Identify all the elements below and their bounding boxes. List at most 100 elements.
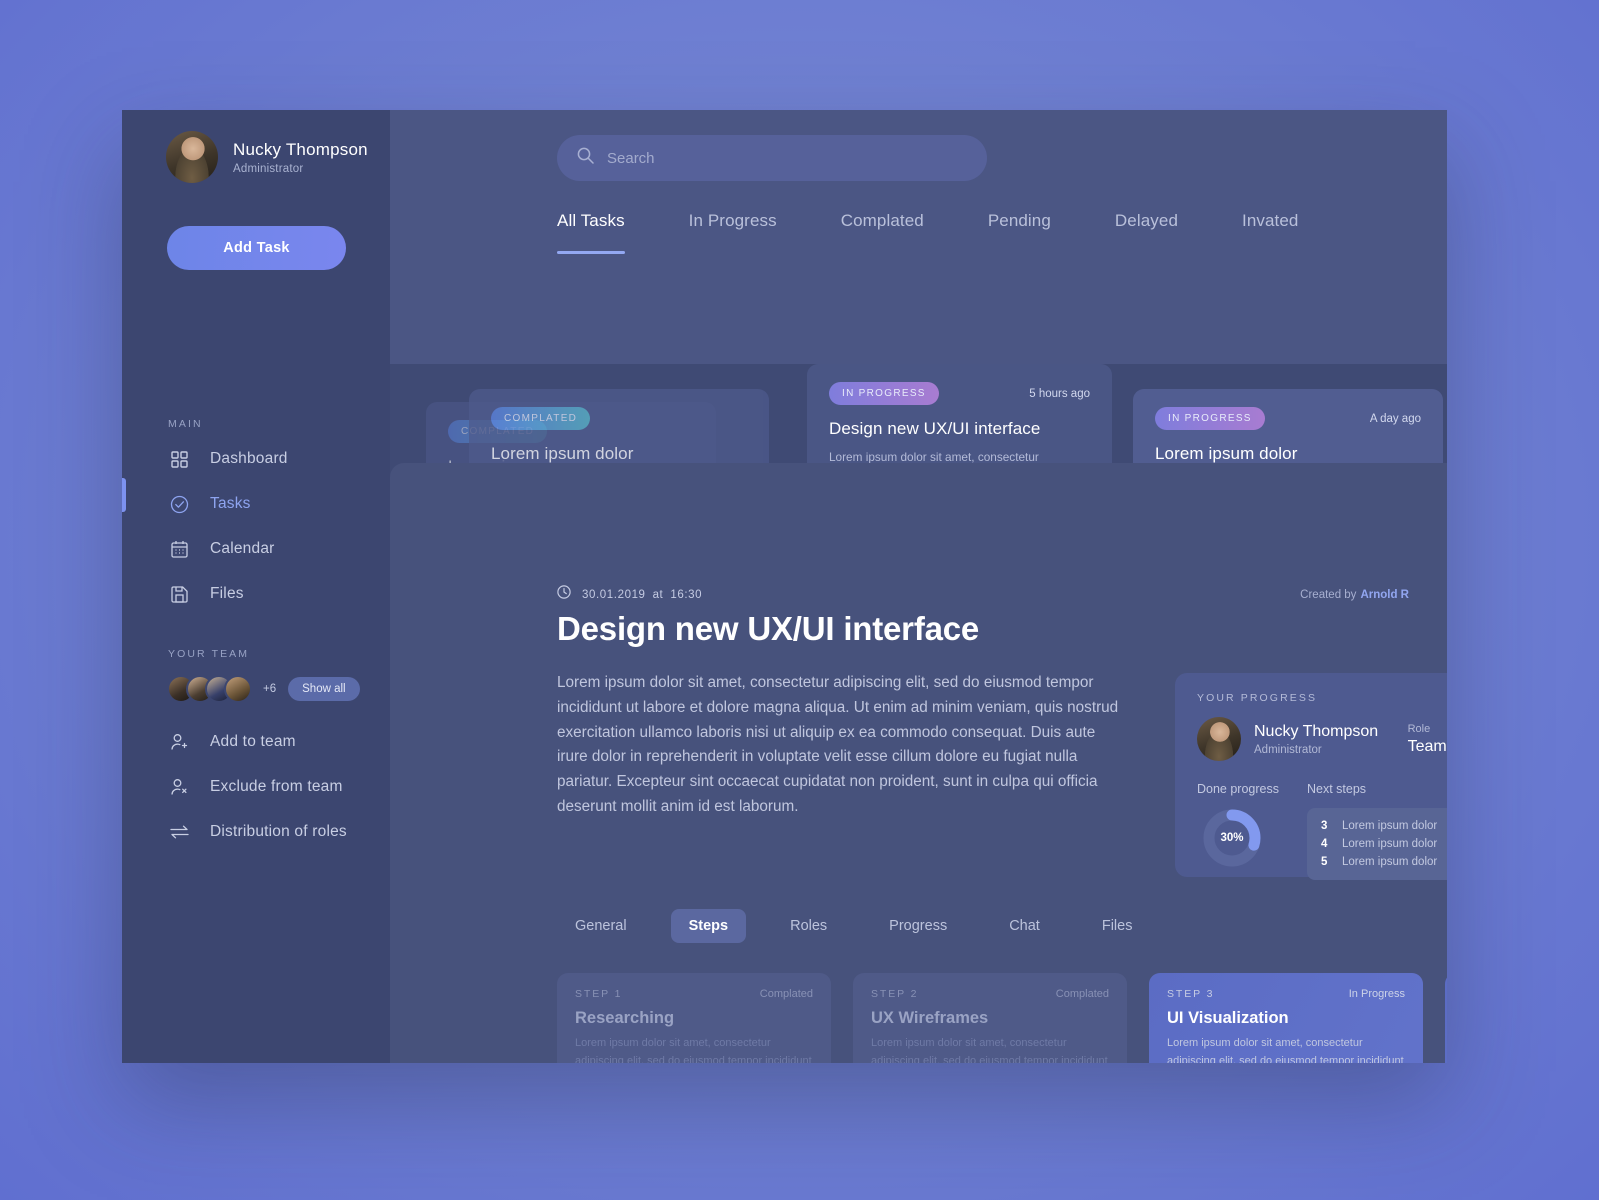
step-label: STEP 1 [575,988,623,1000]
sidebar-item-label: Tasks [210,495,251,512]
your-progress-panel: YOUR PROGRESS Nucky Thompson Administrat… [1175,673,1447,880]
step-label: STEP 2 [871,988,919,1000]
your-progress-label: YOUR PROGRESS [1197,692,1318,704]
step-text: Lorem ipsum dolor [1342,838,1438,850]
status-badge: COMPLATED [491,407,591,430]
step-text: Lorem ipsum dolor [1342,856,1438,868]
step-card[interactable]: STEP 1 Complated Researching Lorem ipsum… [557,973,831,1063]
sidebar-item-add-to-team[interactable]: Add to team [168,727,347,757]
donut-percent: 30% [1220,832,1244,844]
sidebar-main-nav: Dashboard Tasks Calendar Files [168,444,288,624]
tab-files[interactable]: Files [1084,909,1151,943]
task-card-time: 5 hours ago [1029,387,1090,400]
active-nav-marker [122,478,126,512]
main-region: All Tasks In Progress Complated Pending … [390,110,1447,1063]
step-desc: Lorem ipsum dolor sit amet, consectetur … [871,1037,1108,1063]
progress-donut: 30% [1202,808,1262,868]
step-number: 5 [1321,856,1328,868]
search-input[interactable] [607,149,987,167]
tab-pending[interactable]: Pending [988,211,1051,254]
add-task-button[interactable]: Add Task [167,226,346,270]
step-card-active[interactable]: STEP 3 In Progress UI Visualization Lore… [1149,973,1423,1063]
sidebar-item-calendar[interactable]: Calendar [168,534,288,564]
step-desc: Lorem ipsum dolor sit amet, consectetur … [575,1037,812,1063]
sidebar-profile[interactable]: Nucky Thompson Administrator [166,131,368,183]
step-number: 3 [1321,820,1328,832]
detail-date: 30.01.2019 [582,588,646,601]
detail-date-separator: at [652,588,664,601]
exchange-icon [168,821,190,843]
sidebar-item-label: Calendar [210,540,275,557]
progress-user-role: Administrator [1254,743,1322,756]
tab-general[interactable]: General [557,909,645,943]
role-label: Role [1407,722,1431,735]
clock-icon [557,585,571,604]
check-circle-icon [168,493,190,515]
step-label: STEP 3 [1167,988,1215,1000]
grid-icon [168,448,190,470]
status-badge: IN PROGRESS [829,382,939,405]
avatar [224,675,252,703]
sidebar-item-label: Files [210,585,244,602]
search-icon [557,147,594,169]
sidebar-item-tasks[interactable]: Tasks [168,489,288,519]
sidebar: Nucky Thompson Administrator Add Task MA… [122,110,390,1063]
tab-chat[interactable]: Chat [991,909,1058,943]
avatar [166,131,218,183]
created-by: Created by Arnold R [1300,589,1409,601]
created-by-name: Arnold R [1360,588,1409,601]
calendar-icon [168,538,190,560]
next-steps-list: 3 Lorem ipsum dolor 4 Lorem ipsum dolor … [1307,808,1447,880]
sidebar-item-exclude-from-team[interactable]: Exclude from team [168,772,347,802]
step-status: Complated [759,988,813,1000]
avatar-stack[interactable] [167,675,252,703]
next-steps-label: Next steps [1307,782,1367,796]
sidebar-section-team-label: YOUR TEAM [168,648,250,660]
step-cards-row[interactable]: STEP 1 Complated Researching Lorem ipsum… [390,973,1447,1063]
step-status: Complated [1055,988,1109,1000]
tab-invated[interactable]: Invated [1242,211,1298,254]
step-title: UI Visualization [1167,1009,1289,1027]
created-by-label: Created by [1300,588,1357,601]
tab-roles[interactable]: Roles [772,909,845,943]
task-detail-panel: 30.01.2019 at 16:30 Created by Arnold R D… [390,463,1447,1063]
sidebar-item-label: Distribution of roles [210,823,347,840]
sidebar-item-dashboard[interactable]: Dashboard [168,444,288,474]
tab-all-tasks[interactable]: All Tasks [557,211,625,254]
step-desc: Lorem ipsum dolor sit amet, consectetur … [1167,1037,1404,1063]
sidebar-item-label: Dashboard [210,450,288,467]
profile-role: Administrator [233,162,304,175]
task-filter-tabs: All Tasks In Progress Complated Pending … [557,211,1298,254]
task-card-title: Lorem ipsum dolor [1155,444,1298,463]
user-minus-icon [168,776,190,798]
tab-progress[interactable]: Progress [871,909,965,943]
step-card[interactable]: STEP 2 Complated UX Wireframes Lorem ips… [853,973,1127,1063]
page-title: Design new UX/UI interface [557,610,980,647]
step-number: 4 [1321,838,1328,850]
list-item[interactable]: 3 Lorem ipsum dolor [1307,817,1447,835]
step-card[interactable]: STEP 3 Front-end de Lorem ipsum dolor si… [1445,973,1447,1063]
user-plus-icon [168,731,190,753]
sidebar-item-distribution-of-roles[interactable]: Distribution of roles [168,817,347,847]
topbar: All Tasks In Progress Complated Pending … [390,110,1447,364]
sidebar-item-files[interactable]: Files [168,579,288,609]
step-status: In Progress [1348,988,1405,1000]
show-all-button[interactable]: Show all [288,677,360,701]
list-item[interactable]: 5 Lorem ipsum dolor [1307,853,1447,871]
detail-meta-row: 30.01.2019 at 16:30 Created by Arnold R [557,585,1409,604]
detail-section-tabs: General Steps Roles Progress Chat Files [557,909,1176,943]
sidebar-item-label: Exclude from team [210,778,343,795]
list-item[interactable]: 4 Lorem ipsum dolor [1307,835,1447,853]
task-card-time: A day ago [1369,412,1421,425]
step-text: Lorem ipsum dolor [1342,820,1438,832]
app-window: Nucky Thompson Administrator Add Task MA… [122,110,1447,1063]
tab-in-progress[interactable]: In Progress [689,211,777,254]
done-progress-label: Done progress [1197,782,1279,796]
search-box[interactable] [557,135,987,181]
task-card-title: Design new UX/UI interface [829,419,1041,438]
tab-delayed[interactable]: Delayed [1115,211,1178,254]
tab-steps[interactable]: Steps [670,909,747,943]
role-value: Team Leader [1407,737,1447,755]
team-avatars-row: +6 Show all [167,675,360,703]
tab-complated[interactable]: Complated [841,211,924,254]
